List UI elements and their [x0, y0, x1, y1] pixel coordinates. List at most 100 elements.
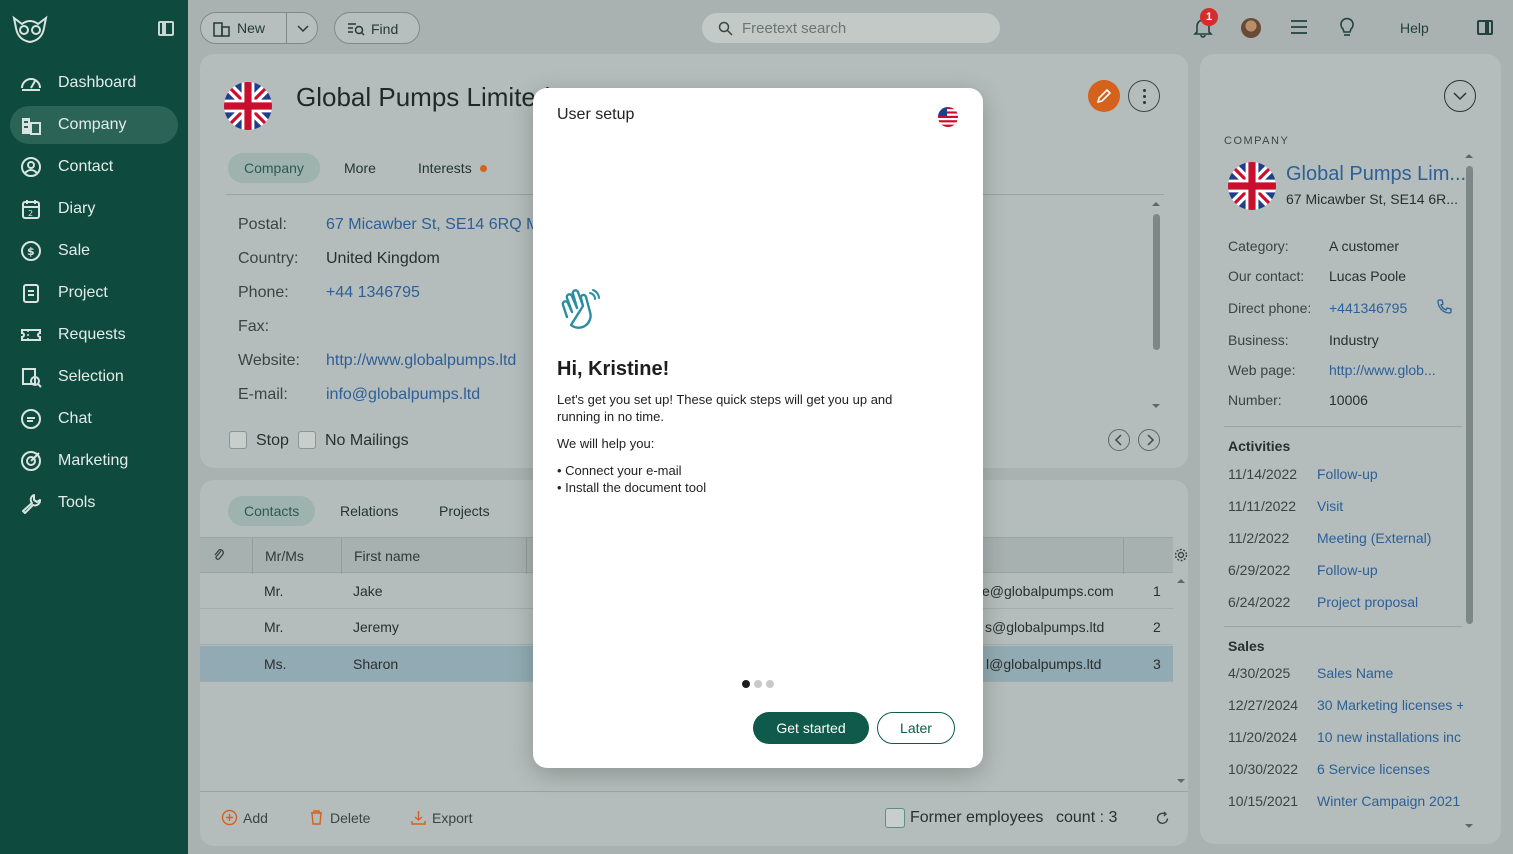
- new-button[interactable]: New: [200, 12, 318, 44]
- activities-heading: Activities: [1228, 438, 1291, 454]
- sidebar-item-label: Tools: [58, 494, 96, 511]
- company-scrollbar[interactable]: [1152, 200, 1160, 410]
- sidebar-item-project[interactable]: Project: [10, 274, 178, 312]
- column-header-title[interactable]: Mr/Ms: [265, 548, 304, 564]
- owl-logo-icon[interactable]: [12, 14, 48, 44]
- business-value: Industry: [1329, 332, 1379, 348]
- find-button[interactable]: Find: [334, 12, 420, 44]
- sidebar-item-company[interactable]: Company: [10, 106, 178, 144]
- email-value[interactable]: info@globalpumps.ltd: [326, 386, 480, 404]
- direct-phone-value[interactable]: +441346795: [1329, 300, 1407, 316]
- stop-label: Stop: [256, 432, 289, 449]
- sale-link[interactable]: Winter Campaign 2021: [1317, 793, 1463, 809]
- sidebar: Dashboard Company Contact 2 Diary $ Sale…: [0, 0, 188, 854]
- export-icon: [411, 811, 426, 825]
- tab-interests[interactable]: Interests: [402, 153, 503, 183]
- sidebar-collapse-icon[interactable]: [158, 21, 174, 36]
- sidebar-item-selection[interactable]: Selection: [10, 358, 178, 396]
- dollar-icon: $: [21, 241, 41, 261]
- help-link[interactable]: Help: [1400, 20, 1429, 36]
- gear-icon[interactable]: [1174, 548, 1188, 562]
- tab-projects[interactable]: Projects: [423, 496, 506, 526]
- tab-company[interactable]: Company: [228, 153, 320, 183]
- menu-icon[interactable]: [1288, 16, 1310, 38]
- postal-label: Postal:: [238, 216, 287, 233]
- sale-link[interactable]: 10 new installations inc: [1317, 729, 1463, 745]
- email-label: E-mail:: [238, 386, 288, 403]
- page-dot-1[interactable]: [742, 680, 750, 688]
- sidebar-item-label: Contact: [58, 158, 114, 175]
- postal-value[interactable]: 67 Micawber St, SE14 6RQ M: [326, 216, 539, 234]
- find-icon: [348, 23, 365, 36]
- edit-button[interactable]: [1088, 80, 1120, 112]
- dialog-title: User setup: [557, 106, 635, 123]
- contacts-scrollbar[interactable]: [1177, 577, 1185, 787]
- country-label: Country:: [238, 250, 299, 267]
- search-input[interactable]: [742, 18, 982, 38]
- website-label: Website:: [238, 352, 300, 369]
- sale-link[interactable]: Sales Name: [1317, 665, 1463, 681]
- sidebar-item-sale[interactable]: $ Sale: [10, 232, 178, 270]
- step-item: • Install the document tool: [557, 480, 707, 495]
- page-dot-3[interactable]: [766, 680, 774, 688]
- category-value: A customer: [1329, 238, 1400, 254]
- sale-link[interactable]: 30 Marketing licenses +: [1317, 697, 1463, 713]
- sidebar-item-requests[interactable]: Requests: [10, 316, 178, 354]
- later-button[interactable]: Later: [877, 712, 955, 744]
- paperclip-icon: [214, 549, 224, 560]
- svg-text:2: 2: [28, 209, 33, 218]
- web-page-value[interactable]: http://www.glob...: [1329, 362, 1436, 378]
- user-setup-dialog: User setup Hi, Kristine! Let's get you s…: [533, 88, 983, 768]
- waving-hand-icon: [561, 289, 600, 329]
- section-label: COMPANY: [1224, 135, 1290, 147]
- activity-link[interactable]: Visit: [1317, 498, 1463, 514]
- activity-link[interactable]: Follow-up: [1317, 466, 1463, 482]
- tab-relations[interactable]: Relations: [324, 496, 414, 526]
- phone-icon[interactable]: [1436, 298, 1453, 315]
- tab-more[interactable]: More: [328, 153, 392, 183]
- collapse-panel-button[interactable]: [1444, 80, 1476, 112]
- us-flag-icon[interactable]: [938, 107, 958, 127]
- sale-link[interactable]: 6 Service licenses: [1317, 761, 1463, 777]
- company-title: Global Pumps Limited: [296, 82, 551, 112]
- chevron-down-icon[interactable]: [295, 20, 311, 36]
- sidebar-item-label: Marketing: [58, 452, 129, 469]
- company-name-link[interactable]: Global Pumps Lim...: [1286, 163, 1466, 186]
- refresh-icon[interactable]: [1155, 811, 1170, 826]
- avatar[interactable]: [1241, 18, 1261, 38]
- sidebar-item-chat[interactable]: Chat: [10, 400, 178, 438]
- sidebar-item-marketing[interactable]: Marketing: [10, 442, 178, 480]
- sidebar-item-diary[interactable]: 2 Diary: [10, 190, 178, 228]
- get-started-button[interactable]: Get started: [753, 712, 869, 744]
- company-address: 67 Micawber St, SE14 6R...: [1286, 191, 1458, 207]
- add-button[interactable]: Add: [221, 809, 268, 826]
- column-header-first-name[interactable]: First name: [354, 548, 420, 564]
- intro-text: Let's get you set up! These quick steps …: [557, 392, 893, 424]
- lightbulb-icon[interactable]: [1336, 16, 1358, 38]
- activity-link[interactable]: Meeting (External): [1317, 530, 1463, 546]
- tab-contacts[interactable]: Contacts: [228, 496, 316, 526]
- website-value[interactable]: http://www.globalpumps.ltd: [326, 352, 516, 370]
- sidebar-item-contact[interactable]: Contact: [10, 148, 178, 186]
- export-button[interactable]: Export: [411, 810, 472, 826]
- sidebar-item-dashboard[interactable]: Dashboard: [10, 64, 178, 102]
- chevron-right-icon: [1147, 434, 1155, 446]
- activity-link[interactable]: Follow-up: [1317, 562, 1463, 578]
- phone-value[interactable]: +44 1346795: [326, 284, 420, 302]
- page-dot-2[interactable]: [754, 680, 762, 688]
- stop-checkbox[interactable]: [229, 431, 247, 449]
- pencil-icon: [1096, 88, 1112, 104]
- add-icon: [221, 809, 238, 826]
- former-employees-checkbox[interactable]: [885, 808, 905, 828]
- right-panel-toggle-icon[interactable]: [1477, 20, 1493, 35]
- activity-link[interactable]: Project proposal: [1317, 594, 1463, 610]
- delete-button[interactable]: Delete: [311, 810, 370, 826]
- right-panel-scrollbar[interactable]: [1465, 152, 1473, 830]
- next-button[interactable]: [1138, 429, 1160, 451]
- chevron-down-icon: [1453, 92, 1467, 101]
- previous-button[interactable]: [1108, 429, 1130, 451]
- fax-label: Fax:: [238, 318, 270, 335]
- no-mailings-checkbox[interactable]: [298, 431, 316, 449]
- sidebar-item-tools[interactable]: Tools: [10, 484, 178, 522]
- more-options-button[interactable]: [1128, 80, 1160, 112]
